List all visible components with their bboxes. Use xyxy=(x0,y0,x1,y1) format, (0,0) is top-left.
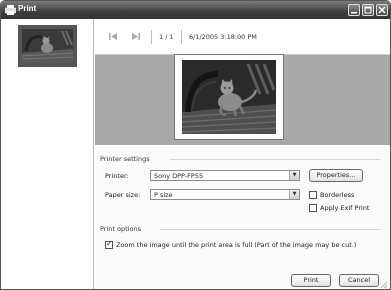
printer-label: Printer: xyxy=(105,172,129,180)
close-button[interactable] xyxy=(376,4,388,16)
borderless-label[interactable]: Borderless xyxy=(320,191,354,199)
maximize-icon xyxy=(364,6,372,14)
zoom-checkbox[interactable] xyxy=(105,239,113,249)
section-divider xyxy=(160,229,380,230)
chevron-down-icon[interactable]: ▼ xyxy=(289,190,299,199)
printer-select-value: Sony DPP-FP55 xyxy=(154,172,204,180)
close-icon xyxy=(378,6,386,14)
skip-forward-icon[interactable] xyxy=(131,33,140,42)
skip-back-icon[interactable] xyxy=(109,33,118,42)
cat-preview-image xyxy=(181,60,277,134)
print-button[interactable]: Print xyxy=(291,274,331,287)
zoom-label[interactable]: Zoom the image until the print area is f… xyxy=(116,241,356,249)
viewer-toolbar: 1 / 1 6/1/2005 3:18:00 PM xyxy=(95,19,390,55)
borderless-checkbox[interactable] xyxy=(309,191,317,199)
apply-exif-checkbox[interactable] xyxy=(309,204,317,212)
image-thumbnail[interactable] xyxy=(18,25,77,67)
print-preview-area xyxy=(95,54,390,145)
chevron-down-icon[interactable]: ▼ xyxy=(289,171,299,180)
minimize-icon xyxy=(351,12,357,14)
photo-date: 6/1/2005 3:18:00 PM xyxy=(189,33,257,41)
print-options-heading: Print options xyxy=(100,225,141,233)
title-bar[interactable]: Print xyxy=(1,1,390,19)
printer-select[interactable]: Sony DPP-FP55 ▼ xyxy=(150,170,300,181)
apply-exif-label[interactable]: Apply Exif Print xyxy=(320,204,369,212)
properties-button[interactable]: Properties... xyxy=(309,169,363,182)
printer-settings-heading: Printer settings xyxy=(100,155,150,163)
section-divider xyxy=(170,159,380,160)
settings-panel: Printer settings Printer: Sony DPP-FP55 … xyxy=(95,145,390,289)
toolbar-separator xyxy=(181,30,182,44)
paper-size-select-value: P size xyxy=(154,191,173,199)
resize-grip-icon[interactable] xyxy=(380,281,388,289)
page-counter: 1 / 1 xyxy=(159,33,174,41)
thumbnail-sidebar xyxy=(1,19,94,289)
maximize-button[interactable] xyxy=(362,4,374,16)
print-dialog: Print 1 / 1 6/1/2005 3:18:00 PM Printer … xyxy=(0,0,391,290)
paper-size-label: Paper size: xyxy=(105,191,141,199)
cancel-button[interactable]: Cancel xyxy=(339,274,379,287)
paper-size-select[interactable]: P size ▼ xyxy=(150,189,300,200)
toolbar-separator xyxy=(151,30,152,44)
preview-paper xyxy=(174,54,284,140)
cat-thumbnail-image xyxy=(21,29,74,63)
minimize-button[interactable] xyxy=(348,4,360,16)
printer-icon xyxy=(5,5,16,15)
window-title: Print xyxy=(18,4,37,13)
